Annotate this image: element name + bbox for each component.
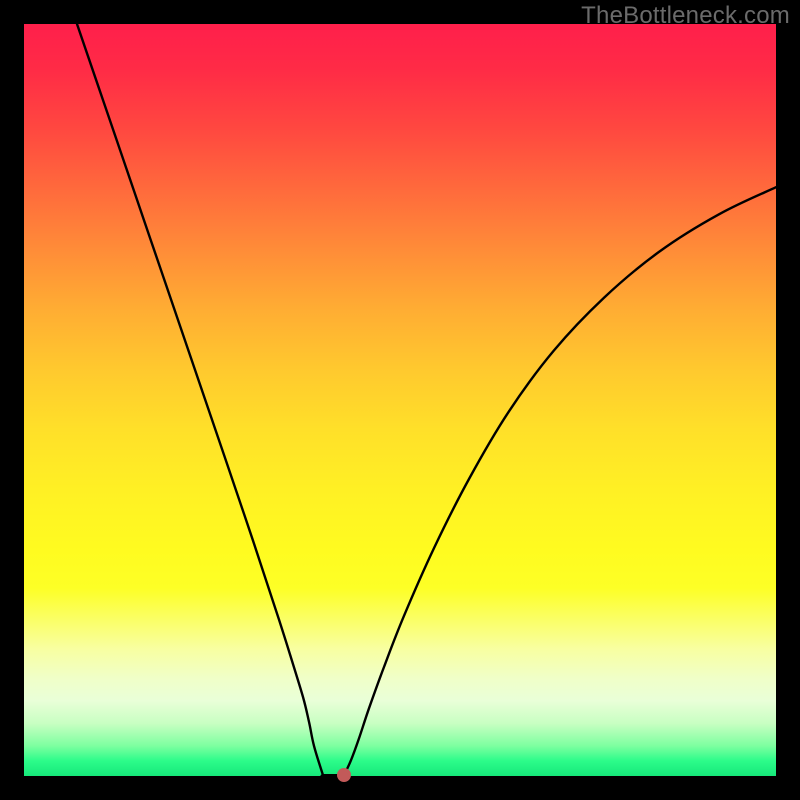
bottleneck-curve: [77, 24, 776, 776]
plot-area: [24, 24, 776, 776]
curve-svg: [24, 24, 776, 776]
optimum-marker: [337, 768, 351, 782]
chart-frame: TheBottleneck.com: [0, 0, 800, 800]
watermark-text: TheBottleneck.com: [581, 2, 790, 30]
